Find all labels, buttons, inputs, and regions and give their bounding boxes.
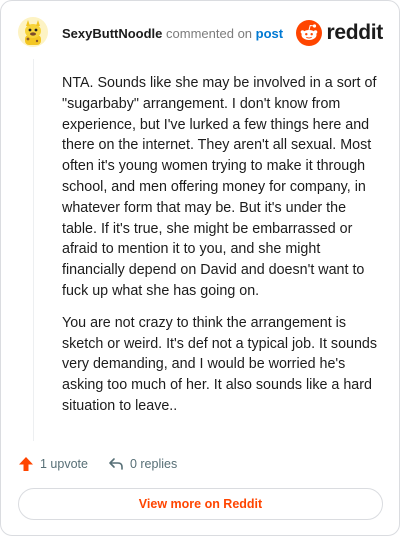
upvote-arrow-icon (19, 457, 33, 471)
post-link[interactable]: post (256, 26, 283, 41)
reddit-logo-icon (296, 20, 323, 46)
comment-actions: 1 upvote 0 replies (18, 453, 197, 475)
view-more-on-reddit-button[interactable]: View more on Reddit (18, 488, 383, 520)
commented-on-text: commented on (166, 26, 253, 41)
commenter-line: SexyButtNoodle commented on post (62, 26, 283, 41)
username-link[interactable]: SexyButtNoodle (62, 26, 162, 41)
upvote-button[interactable]: 1 upvote (18, 456, 88, 472)
replies-count: 0 replies (129, 457, 178, 471)
reddit-logo[interactable]: reddit (296, 19, 383, 47)
reddit-wordmark: reddit (326, 21, 383, 44)
comment-paragraph: NTA. Sounds like she may be involved in … (62, 75, 377, 299)
reply-arrow-icon (109, 458, 123, 470)
comment-body: NTA. Sounds like she may be involved in … (62, 73, 382, 428)
snoo-avatar-icon (18, 17, 48, 47)
comment-header: SexyButtNoodle commented on post reddit (18, 17, 383, 51)
comment-paragraph: You are not crazy to think the arrangeme… (62, 314, 378, 414)
upvote-count: 1 upvote (40, 457, 88, 471)
user-avatar[interactable] (18, 17, 48, 47)
thread-line (33, 59, 34, 441)
comment-embed-card: SexyButtNoodle commented on post reddit … (0, 0, 400, 536)
replies-button[interactable]: 0 replies (108, 456, 177, 472)
